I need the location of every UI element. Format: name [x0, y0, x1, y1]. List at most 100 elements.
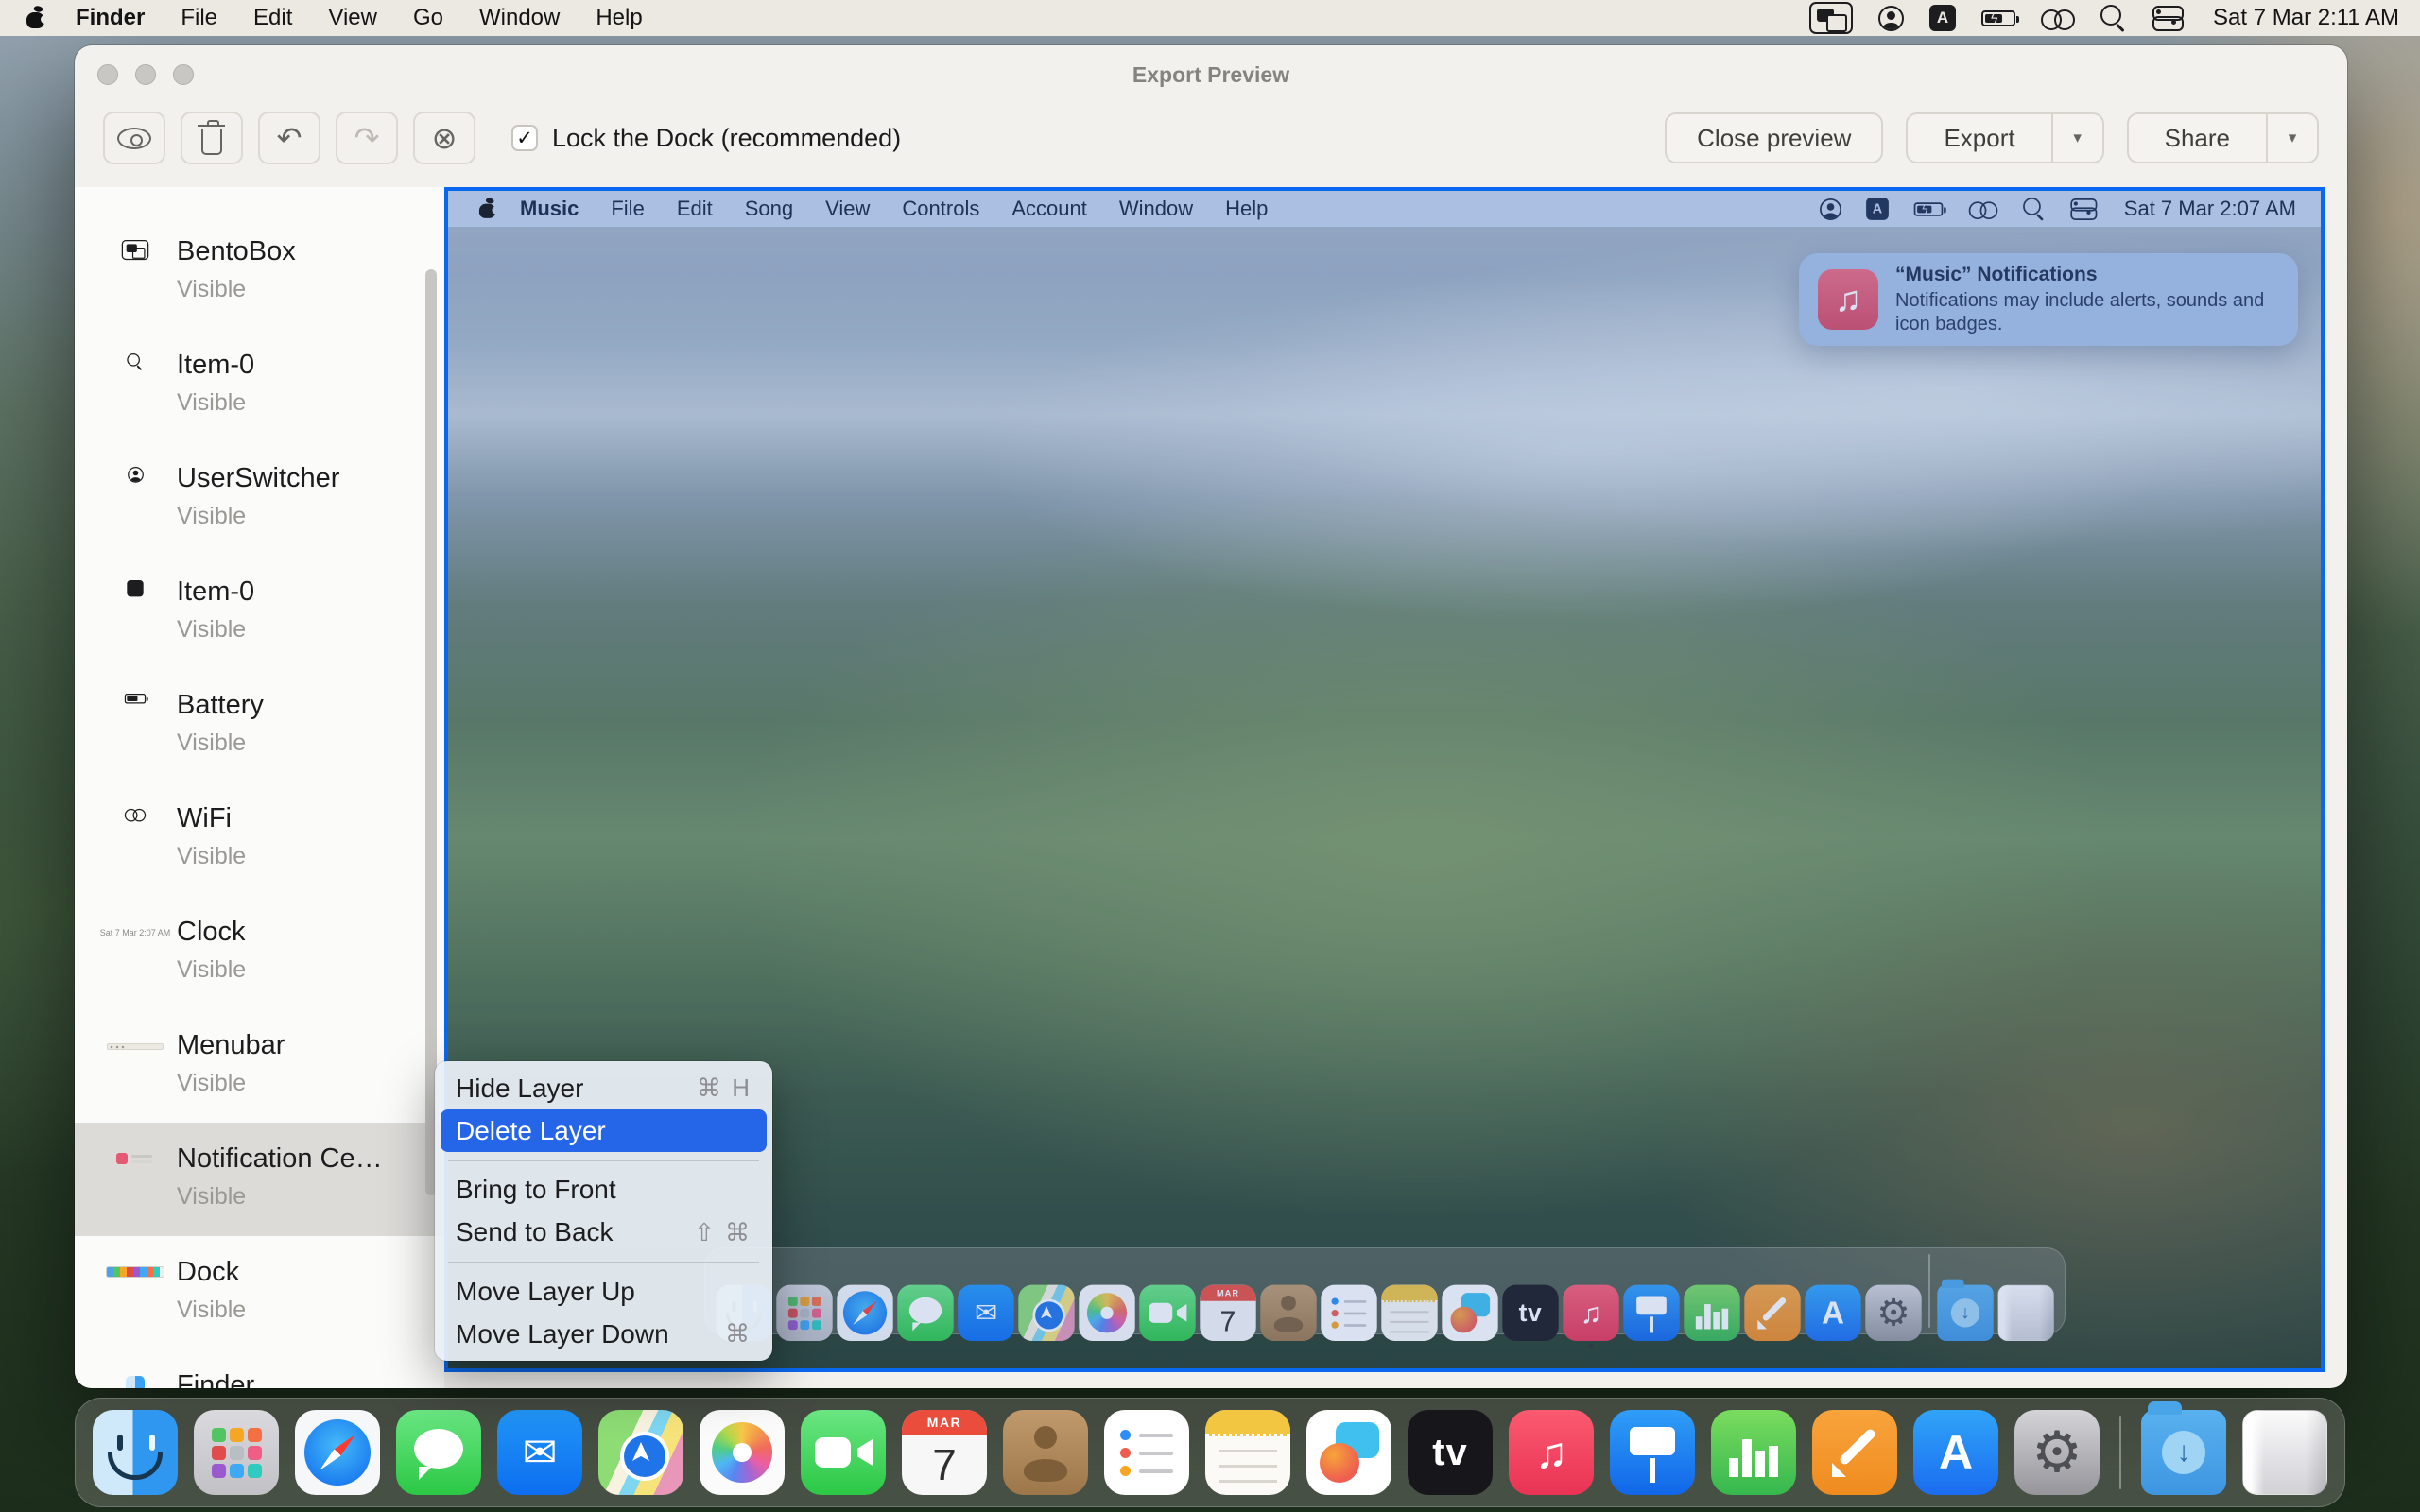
- dock-item-settings[interactable]: ⚙: [2014, 1410, 2100, 1495]
- control-center-icon[interactable]: [2152, 6, 2182, 31]
- context-menu-item-send-to-back[interactable]: Send to Back⇧ ⌘: [435, 1211, 772, 1254]
- menu-bar-clock[interactable]: Sat 7 Mar 2:11 AM: [2213, 5, 2399, 31]
- layer-row-battery[interactable]: ϟBatteryVisible: [75, 669, 444, 782]
- preview-dock-item-mail[interactable]: ✉: [958, 1285, 1013, 1341]
- preview-dock-item-facetime[interactable]: [1139, 1285, 1195, 1341]
- undo-button[interactable]: ↶: [258, 112, 320, 164]
- notification-banner[interactable]: ♫ “Music” Notifications Notifications ma…: [1799, 253, 2298, 346]
- layer-row-menubar[interactable]: MenubarVisible: [75, 1009, 444, 1123]
- dock-item-safari[interactable]: [295, 1410, 380, 1495]
- dock-item-numbers[interactable]: [1711, 1410, 1796, 1495]
- apple-menu-icon[interactable]: [26, 8, 44, 28]
- preview-dock-item-numbers[interactable]: [1684, 1285, 1739, 1341]
- user-switcher-icon[interactable]: [1878, 6, 1904, 31]
- toggle-visibility-button[interactable]: [103, 112, 165, 164]
- dock-item-messages[interactable]: [396, 1410, 481, 1495]
- share-dropdown-arrow-icon[interactable]: ▾: [2266, 114, 2317, 162]
- menu-go[interactable]: Go: [395, 5, 461, 31]
- sidebar-scrollbar[interactable]: [425, 269, 437, 1195]
- dock-item-trash[interactable]: [2242, 1410, 2327, 1495]
- dock-item-keynote[interactable]: [1610, 1410, 1695, 1495]
- menu-app-name[interactable]: Finder: [58, 5, 163, 31]
- menu-window[interactable]: Window: [461, 5, 578, 31]
- dock-item-music[interactable]: ♫: [1509, 1410, 1594, 1495]
- preview-dock-item-launchpad[interactable]: [776, 1285, 832, 1341]
- dock-item-reminders[interactable]: [1104, 1410, 1189, 1495]
- layer-row-clock[interactable]: Sat 7 Mar 2:07 AMClockVisible: [75, 896, 444, 1009]
- eye-icon: [117, 128, 151, 149]
- preview-dock-item-photos[interactable]: [1079, 1285, 1134, 1341]
- finder-layer-thumbnail-icon: [94, 1349, 177, 1388]
- window-switcher-icon[interactable]: [1809, 2, 1853, 34]
- preview-dock-item-settings[interactable]: ⚙: [1865, 1285, 1921, 1341]
- linked-rings-icon[interactable]: [2041, 7, 2075, 29]
- dock-item-appletv[interactable]: tv: [1408, 1410, 1493, 1495]
- preview-dock-item-safari[interactable]: [837, 1285, 892, 1341]
- dock-item-mail[interactable]: ✉: [497, 1410, 582, 1495]
- share-button-label[interactable]: Share: [2129, 124, 2266, 153]
- layer-row-item-0[interactable]: Item-0Visible: [75, 329, 444, 442]
- preview-dock-item-notes[interactable]: [1381, 1285, 1437, 1341]
- cancel-button[interactable]: ⊗: [413, 112, 475, 164]
- layer-row-bentobox[interactable]: BentoBoxVisible: [75, 215, 444, 329]
- export-button[interactable]: Export ▾: [1906, 112, 2103, 163]
- layer-row-finder[interactable]: FinderVisible: [75, 1349, 444, 1388]
- dock-item-launchpad[interactable]: [194, 1410, 279, 1495]
- layer-row-userswitcher[interactable]: UserSwitcherVisible: [75, 442, 444, 556]
- layer-row-item-0[interactable]: AItem-0Visible: [75, 556, 444, 669]
- preview-dock-item-maps[interactable]: [1018, 1285, 1074, 1341]
- preview-dock-item-trash[interactable]: [1997, 1285, 2053, 1341]
- spotlight-search-icon[interactable]: [2100, 5, 2127, 31]
- toolbar-actions: Close preview Export ▾ Share ▾: [1665, 112, 2319, 163]
- preview-dock-item-pages[interactable]: [1744, 1285, 1800, 1341]
- dock-item-facetime[interactable]: [801, 1410, 886, 1495]
- context-menu-item-bring-to-front[interactable]: Bring to Front: [435, 1169, 772, 1211]
- preview-dock-item-reminders[interactable]: [1321, 1285, 1376, 1341]
- dock-item-photos[interactable]: [700, 1410, 785, 1495]
- dock-item-finder[interactable]: [93, 1410, 178, 1495]
- dock-item-freeform[interactable]: [1306, 1410, 1392, 1495]
- dock-item-notes[interactable]: [1205, 1410, 1290, 1495]
- context-menu-item-hide-layer[interactable]: Hide Layer⌘ H: [435, 1067, 772, 1109]
- context-menu-item-label: Send to Back: [456, 1217, 614, 1247]
- clock-thumbnail-icon: Sat 7 Mar 2:07 AM: [94, 896, 177, 1009]
- preview-dock-item-keynote[interactable]: [1623, 1285, 1679, 1341]
- battery-icon[interactable]: ϟ: [1981, 10, 2015, 26]
- context-menu-item-delete-layer[interactable]: Delete Layer: [441, 1109, 767, 1152]
- dock-item-calendar[interactable]: MAR7: [902, 1410, 987, 1495]
- menu-edit[interactable]: Edit: [235, 5, 310, 31]
- menu-view[interactable]: View: [310, 5, 395, 31]
- preview-dock-item-freeform[interactable]: [1442, 1285, 1497, 1341]
- export-button-label[interactable]: Export: [1908, 124, 2050, 153]
- dock-item-contacts[interactable]: [1003, 1410, 1088, 1495]
- menu-help[interactable]: Help: [578, 5, 660, 31]
- lock-dock-checkbox[interactable]: ✓: [511, 125, 538, 151]
- redo-button[interactable]: ↷: [336, 112, 398, 164]
- preview-dock-item-music[interactable]: ♫: [1563, 1285, 1618, 1341]
- export-dropdown-arrow-icon[interactable]: ▾: [2051, 114, 2102, 162]
- layer-row-wifi[interactable]: WiFiVisible: [75, 782, 444, 896]
- dock-item-maps[interactable]: [598, 1410, 683, 1495]
- dock-item-downloads[interactable]: ↓: [2141, 1410, 2226, 1495]
- preview-dock-separator: [1928, 1254, 1930, 1328]
- preview-dock-item-downloads[interactable]: ↓: [1937, 1285, 1993, 1341]
- layer-row-notification-ce-[interactable]: Notification Ce…Visible: [75, 1123, 444, 1236]
- context-menu-item-move-layer-down[interactable]: Move Layer Down⌘: [435, 1313, 772, 1355]
- preview-dock-item-messages[interactable]: [897, 1285, 953, 1341]
- preview-dock-item-calendar[interactable]: MAR7: [1200, 1285, 1255, 1341]
- delete-button[interactable]: [181, 112, 243, 164]
- share-button[interactable]: Share ▾: [2127, 112, 2319, 163]
- close-preview-button[interactable]: Close preview: [1665, 112, 1883, 163]
- context-menu-item-move-layer-up[interactable]: Move Layer Up: [435, 1270, 772, 1313]
- layer-row-dock[interactable]: DockVisible: [75, 1236, 444, 1349]
- music-glyph: ♫: [1535, 1427, 1568, 1478]
- preview-dock-item-appletv[interactable]: tv: [1502, 1285, 1558, 1341]
- calendar-month-label: MAR: [902, 1410, 987, 1435]
- layer-name: WiFi: [177, 803, 246, 834]
- dock-item-pages[interactable]: [1812, 1410, 1897, 1495]
- preview-dock-item-contacts[interactable]: [1260, 1285, 1316, 1341]
- menu-file[interactable]: File: [163, 5, 235, 31]
- dock-item-appstore[interactable]: A: [1913, 1410, 1998, 1495]
- preview-dock-item-appstore[interactable]: A: [1805, 1285, 1860, 1341]
- input-source-icon[interactable]: A: [1929, 5, 1956, 31]
